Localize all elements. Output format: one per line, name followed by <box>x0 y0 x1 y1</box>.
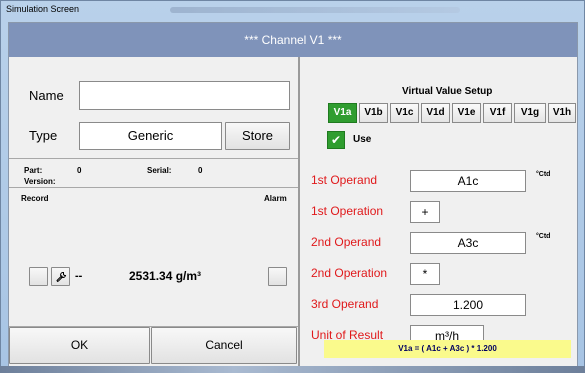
alarm-button[interactable] <box>268 267 287 286</box>
operand1-unit: °Ctd <box>536 171 551 178</box>
tab-v1f[interactable]: V1f <box>483 103 512 123</box>
dialog-client-area: *** Channel V1 *** Name Type Generic Sto… <box>8 22 578 367</box>
alarm-label: Alarm <box>264 194 287 203</box>
operation1-field[interactable]: + <box>410 201 440 223</box>
store-button[interactable]: Store <box>225 122 290 150</box>
operation2-label: 2nd Operation <box>311 266 388 280</box>
name-field[interactable] <box>79 81 290 110</box>
title-bar[interactable]: Simulation Screen <box>0 0 585 22</box>
tab-v1e[interactable]: V1e <box>452 103 481 123</box>
tab-v1a[interactable]: V1a <box>328 103 357 123</box>
tab-v1c[interactable]: V1c <box>390 103 419 123</box>
version-label: Version: <box>24 177 56 186</box>
cancel-button[interactable]: Cancel <box>151 327 297 364</box>
window-title: Simulation Screen <box>6 4 80 14</box>
checkmark-icon: ✔ <box>330 133 342 147</box>
wrench-icon <box>55 271 66 283</box>
blurred-title-text <box>170 7 460 13</box>
operand3-label: 3rd Operand <box>311 297 379 311</box>
ok-button[interactable]: OK <box>9 327 150 364</box>
type-label: Type <box>29 128 58 143</box>
serial-value: 0 <box>198 166 203 175</box>
operand2-label: 2nd Operand <box>311 235 382 249</box>
right-panel: Virtual Value Setup V1a V1b V1c V1d V1e … <box>300 57 577 365</box>
operand3-field[interactable]: 1.200 <box>410 294 526 316</box>
operation1-label: 1st Operation <box>311 204 384 218</box>
tab-v1d[interactable]: V1d <box>421 103 450 123</box>
tab-v1g[interactable]: V1g <box>514 103 546 123</box>
record-label: Record <box>21 194 49 203</box>
tab-v1b[interactable]: V1b <box>359 103 388 123</box>
tab-v1h[interactable]: V1h <box>548 103 576 123</box>
use-label: Use <box>353 134 372 145</box>
type-field[interactable]: Generic <box>79 122 222 150</box>
part-label: Part: <box>24 166 43 175</box>
left-panel: Name Type Generic Store Part: 0 Serial: … <box>9 57 298 365</box>
dashes: -- <box>75 270 83 282</box>
name-label: Name <box>29 88 64 103</box>
operand2-field[interactable]: A3c <box>410 232 526 254</box>
operation2-field[interactable]: * <box>410 263 440 285</box>
virtual-setup-title: Virtual Value Setup <box>402 86 493 97</box>
use-checkbox[interactable]: ✔ <box>327 131 345 149</box>
reading-value: 2531.34 g/m³ <box>129 269 202 283</box>
separator <box>9 158 298 159</box>
record-checkbox-button[interactable] <box>29 267 48 286</box>
formula-display: V1a = ( A1c + A3c ) * 1.200 <box>324 340 571 358</box>
operand1-field[interactable]: A1c <box>410 170 526 192</box>
separator <box>9 187 298 188</box>
serial-label: Serial: <box>147 166 172 175</box>
channel-header: *** Channel V1 *** <box>9 23 577 57</box>
operand1-label: 1st Operand <box>311 173 378 187</box>
operand2-unit: °Ctd <box>536 233 551 240</box>
wrench-button[interactable] <box>51 267 70 286</box>
part-value: 0 <box>77 166 82 175</box>
taskbar-strip <box>0 366 585 373</box>
